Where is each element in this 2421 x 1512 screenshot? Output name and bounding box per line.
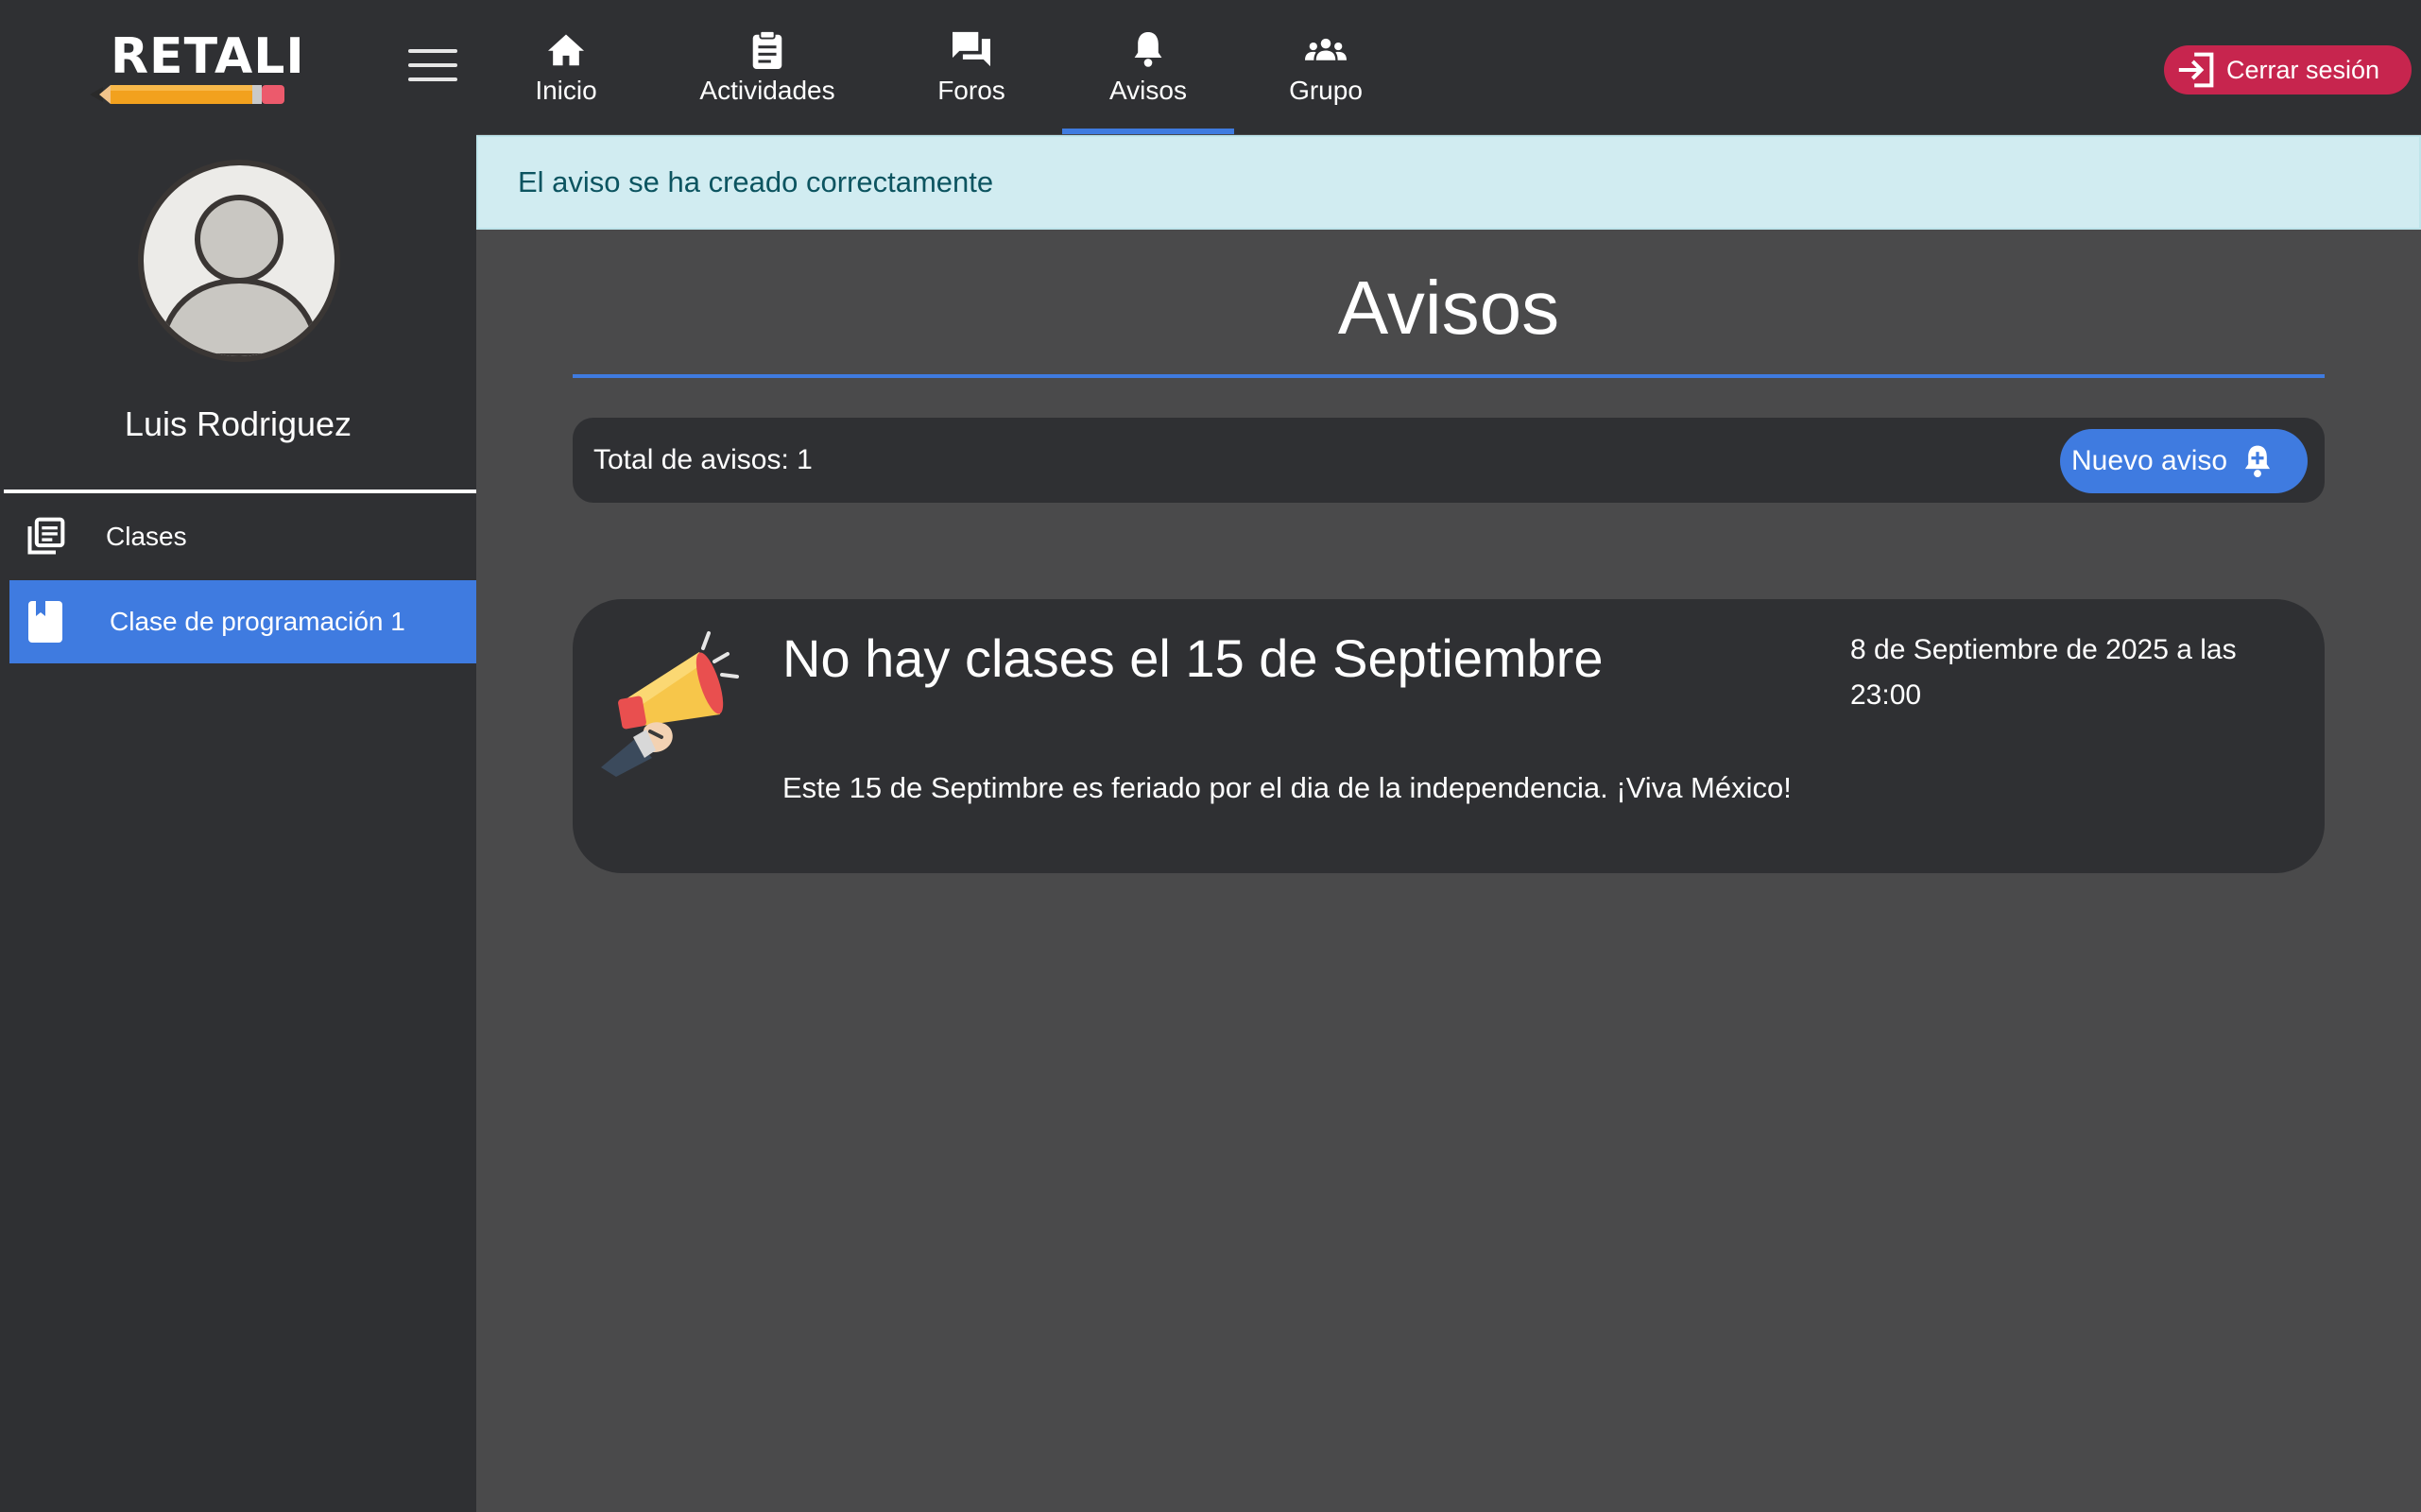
alert-message: El aviso se ha creado correctamente	[518, 165, 994, 198]
nav-label: Inicio	[535, 76, 597, 105]
user-name: Luis Rodriguez	[124, 404, 352, 443]
login-exit-icon	[2175, 51, 2217, 89]
nav-label: Avisos	[1109, 76, 1187, 105]
bell-icon	[1127, 30, 1169, 68]
menu-toggle-button[interactable]	[408, 47, 457, 83]
notice-card[interactable]: No hay clases el 15 de Septiembre 8 de S…	[573, 599, 2325, 873]
nav-label: Grupo	[1289, 76, 1363, 105]
retali-logo[interactable]: RETALI	[90, 28, 304, 113]
sidebar: Luis Rodriguez Clases Clase de programac…	[0, 134, 476, 1512]
home-icon	[545, 30, 587, 68]
notices-summary-bar: Total de avisos: 1 Nuevo aviso	[573, 418, 2325, 503]
nav-item-actividades[interactable]: Actividades	[690, 0, 845, 134]
new-notice-label: Nuevo aviso	[2071, 445, 2228, 476]
bell-plus-icon	[2241, 444, 2275, 478]
logout-button[interactable]: Cerrar sesión	[2164, 45, 2412, 94]
notice-date: 8 de Septiembre de 2025 a las 23:00	[1850, 634, 2237, 711]
user-placeholder-icon	[157, 195, 321, 356]
pencil-icon	[90, 85, 284, 104]
sidebar-item-label: Clase de programación 1	[110, 607, 405, 636]
hamburger-line	[408, 63, 457, 67]
library-books-icon	[23, 514, 68, 559]
nav-label: Actividades	[699, 76, 835, 105]
app-root: RETALI Inicio Actividades Foros Avisos G…	[0, 0, 2421, 1512]
title-divider	[573, 374, 2325, 378]
hamburger-line	[408, 49, 457, 53]
sidebar-item-clases[interactable]: Clases	[9, 495, 476, 578]
clipboard-icon	[747, 29, 788, 69]
megaphone-icon	[597, 626, 748, 777]
nav-item-grupo[interactable]: Grupo	[1278, 0, 1374, 134]
new-notice-button[interactable]: Nuevo aviso	[2060, 429, 2308, 493]
notice-title: No hay clases el 15 de Septiembre	[782, 628, 1604, 688]
notice-body: Este 15 de Septimbre es feriado por el d…	[782, 771, 1792, 804]
avatar	[138, 160, 340, 362]
book-icon	[23, 599, 68, 644]
total-notices-count: Total de avisos: 1	[593, 444, 813, 475]
logout-label: Cerrar sesión	[2226, 55, 2380, 84]
nav-label: Foros	[937, 76, 1005, 105]
forum-icon	[951, 30, 992, 68]
sidebar-item-label: Clases	[106, 522, 187, 551]
page-title: Avisos	[1337, 266, 1560, 350]
hamburger-line	[408, 77, 457, 81]
sidebar-item-clase-programacion-1[interactable]: Clase de programación 1	[9, 580, 476, 663]
sidebar-divider	[4, 490, 476, 493]
group-icon	[1305, 30, 1347, 68]
logo-text: RETALI	[111, 28, 305, 85]
success-alert: El aviso se ha creado correctamente	[476, 135, 2421, 230]
nav-item-inicio[interactable]: Inicio	[519, 0, 613, 134]
nav-item-avisos[interactable]: Avisos	[1062, 0, 1234, 134]
top-navbar: RETALI Inicio Actividades Foros Avisos G…	[0, 0, 2421, 134]
nav-item-foros[interactable]: Foros	[924, 0, 1019, 134]
